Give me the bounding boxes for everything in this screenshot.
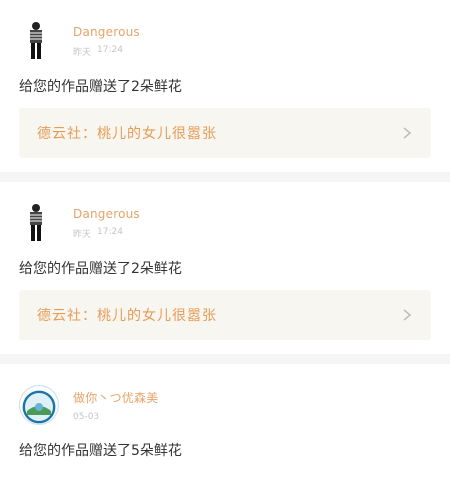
timestamp-day: 昨天 bbox=[73, 47, 92, 58]
work-title: 德云社：桃儿的女儿很嚣张 bbox=[37, 126, 217, 142]
work-link[interactable]: 德云社：桃儿的女儿很嚣张 bbox=[19, 108, 431, 158]
chevron-right-icon bbox=[403, 127, 412, 139]
timestamp: 05-03 bbox=[73, 412, 158, 422]
person-figure-icon[interactable] bbox=[19, 22, 53, 59]
notification-header: Dangerous 昨天 17:24 bbox=[19, 198, 431, 248]
user-meta: Dangerous 昨天 17:24 bbox=[73, 25, 140, 58]
person-figure-icon[interactable] bbox=[19, 204, 53, 241]
timestamp-time: 17:24 bbox=[97, 226, 123, 237]
work-link[interactable]: 德云社：桃儿的女儿很嚣张 bbox=[19, 290, 431, 340]
chevron-right-icon bbox=[403, 309, 412, 321]
username[interactable]: Dangerous bbox=[73, 207, 140, 221]
username[interactable]: Dangerous bbox=[73, 25, 140, 39]
timestamp: 昨天 17:24 bbox=[73, 227, 140, 240]
notification-card: Dangerous 昨天 17:24 给您的作品赠送了2朵鲜花 德云社：桃儿的女… bbox=[0, 182, 450, 354]
username[interactable]: 做你丶つ优森美 bbox=[73, 389, 158, 406]
notification-card: Dangerous 昨天 17:24 给您的作品赠送了2朵鲜花 德云社：桃儿的女… bbox=[0, 0, 450, 172]
notification-message: 给您的作品赠送了2朵鲜花 bbox=[19, 261, 182, 277]
timestamp-day: 昨天 bbox=[73, 229, 92, 240]
notification-card: 做你丶つ优森美 05-03 给您的作品赠送了5朵鲜花 bbox=[0, 364, 450, 502]
landscape-avatar-icon[interactable] bbox=[19, 385, 59, 425]
notification-header: Dangerous 昨天 17:24 bbox=[19, 16, 431, 66]
user-meta: Dangerous 昨天 17:24 bbox=[73, 207, 140, 240]
timestamp-time: 17:24 bbox=[97, 44, 123, 55]
notification-message: 给您的作品赠送了5朵鲜花 bbox=[19, 443, 182, 459]
notification-feed: Dangerous 昨天 17:24 给您的作品赠送了2朵鲜花 德云社：桃儿的女… bbox=[0, 0, 450, 502]
timestamp: 昨天 17:24 bbox=[73, 45, 140, 58]
notification-header: 做你丶つ优森美 05-03 bbox=[19, 380, 431, 430]
work-title: 德云社：桃儿的女儿很嚣张 bbox=[37, 308, 217, 324]
timestamp-time: 05-03 bbox=[73, 411, 100, 422]
notification-message: 给您的作品赠送了2朵鲜花 bbox=[19, 79, 182, 95]
user-meta: 做你丶つ优森美 05-03 bbox=[73, 389, 158, 422]
